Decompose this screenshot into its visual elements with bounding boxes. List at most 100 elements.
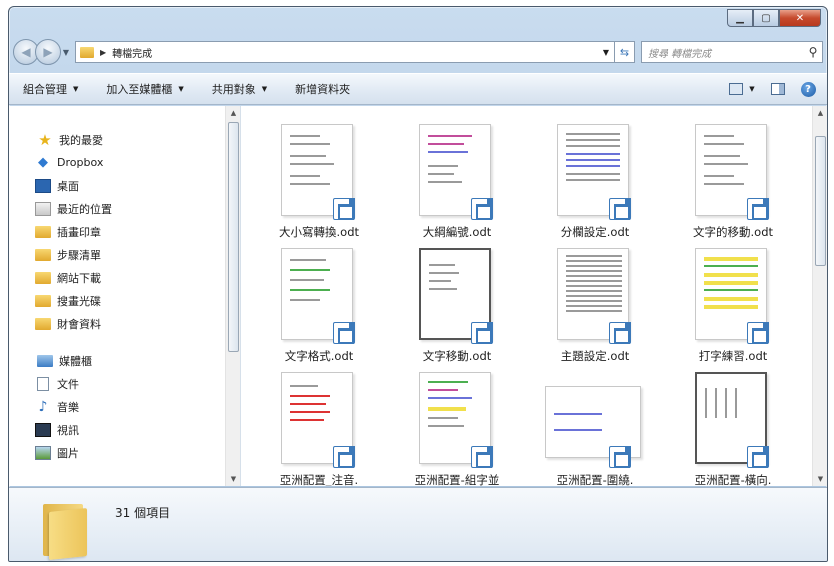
scroll-down-arrow-icon[interactable]: ▼ <box>813 472 827 486</box>
writer-document-icon <box>747 198 769 220</box>
share-with-button[interactable]: 共用對象 ▼ <box>212 81 267 97</box>
navigation-pane: ★ 我的最愛 ◆ Dropbox 桌面 最近的位置 插畫印章 步驟清單 網站下載… <box>9 106 241 486</box>
file-name: 分欄設定.odt <box>560 225 630 239</box>
folder-icon <box>35 317 51 330</box>
nav-folder[interactable]: 搜畫光碟 <box>9 289 225 312</box>
nav-recent-places[interactable]: 最近的位置 <box>9 197 225 220</box>
new-folder-button[interactable]: 新增資料夾 <box>295 81 350 97</box>
address-bar[interactable]: ▶ 轉檔完成 ▼ <box>75 41 615 63</box>
nav-folder[interactable]: 步驟清單 <box>9 243 225 266</box>
nav-label: 桌面 <box>57 179 79 193</box>
nav-music[interactable]: ♪ 音樂 <box>9 395 225 418</box>
dropbox-icon: ◆ <box>38 154 48 170</box>
file-name: 大小寫轉換.odt <box>279 225 359 239</box>
file-name: 文字移動.odt <box>422 349 492 363</box>
search-placeholder: 搜尋 轉檔完成 <box>648 48 712 60</box>
chevron-down-icon: ▼ <box>178 85 184 93</box>
folder-icon <box>35 271 51 284</box>
nav-label: 我的最愛 <box>59 133 103 147</box>
video-icon <box>35 422 51 437</box>
files-scrollbar[interactable]: ▲ ▼ <box>812 106 827 486</box>
writer-document-icon <box>747 322 769 344</box>
file-name: 大綱編號.odt <box>422 225 492 239</box>
file-item[interactable]: 文字移動.odt <box>389 248 525 368</box>
include-in-library-button[interactable]: 加入至媒體櫃 ▼ <box>106 81 183 97</box>
file-item[interactable]: 亞洲配置-圍繞. <box>527 372 663 486</box>
file-item[interactable]: 文字格式.odt <box>251 248 387 368</box>
maximize-button[interactable]: ▢ <box>753 9 779 27</box>
file-grid: 大小寫轉換.odt 大綱編號.odt 分欄設定.odt 文字的移動.odt 文字格式.o… <box>251 124 811 486</box>
search-icon[interactable]: ⚲ <box>804 45 822 59</box>
desktop-icon <box>35 178 51 193</box>
file-item[interactable]: 亞洲配置_注音. <box>251 372 387 486</box>
file-item[interactable]: 大小寫轉換.odt <box>251 124 387 244</box>
nav-label: 最近的位置 <box>57 202 112 216</box>
scrollbar-thumb[interactable] <box>815 136 826 266</box>
scroll-up-arrow-icon[interactable]: ▲ <box>813 106 827 120</box>
nav-label: 文件 <box>57 377 79 391</box>
refresh-button[interactable]: ⇆ <box>615 41 635 63</box>
nav-videos[interactable]: 視訊 <box>9 418 225 441</box>
file-item[interactable]: 文字的移動.odt <box>665 124 801 244</box>
file-item[interactable]: 打字練習.odt <box>665 248 801 368</box>
folder-icon <box>35 225 51 238</box>
help-icon: ? <box>800 81 816 97</box>
organize-button[interactable]: 組合管理 ▼ <box>23 81 78 97</box>
file-name: 亞洲配置-圍繞. <box>556 473 634 486</box>
file-item[interactable]: 亞洲配置-橫向. <box>665 372 801 486</box>
view-options-chevron-icon[interactable]: ▼ <box>747 81 757 97</box>
file-name: 文字的移動.odt <box>693 225 773 239</box>
help-button[interactable]: ? <box>799 81 817 97</box>
folder-icon <box>43 500 89 560</box>
nav-favorites[interactable]: ★ 我的最愛 <box>9 128 225 151</box>
nav-dropbox[interactable]: ◆ Dropbox <box>9 151 225 174</box>
writer-document-icon <box>471 322 493 344</box>
forward-button[interactable]: ▶ <box>35 39 61 65</box>
scroll-down-arrow-icon[interactable]: ▼ <box>226 472 241 486</box>
address-row: ◀ ▶ ▼ ▶ 轉檔完成 ▼ ⇆ 搜尋 轉檔完成 ⚲ <box>13 37 823 67</box>
file-item[interactable]: 大綱編號.odt <box>389 124 525 244</box>
organize-label: 組合管理 <box>23 83 67 96</box>
view-icon <box>729 83 743 95</box>
nav-folder[interactable]: 財會資料 <box>9 312 225 335</box>
scrollbar-thumb[interactable] <box>228 122 239 352</box>
breadcrumb-current[interactable]: 轉檔完成 <box>112 45 152 60</box>
nav-documents[interactable]: 文件 <box>9 372 225 395</box>
nav-libraries[interactable]: 媒體櫃 <box>9 349 225 372</box>
chevron-down-icon: ▼ <box>73 85 79 93</box>
writer-document-icon <box>333 446 355 468</box>
nav-label: 媒體櫃 <box>59 354 92 368</box>
breadcrumb-arrow-icon[interactable]: ▶ <box>100 48 106 57</box>
folder-icon <box>35 248 51 261</box>
nav-desktop[interactable]: 桌面 <box>9 174 225 197</box>
search-input[interactable]: 搜尋 轉檔完成 ⚲ <box>641 41 823 63</box>
folder-icon <box>35 294 51 307</box>
file-item[interactable]: 亞洲配置-組字並 <box>389 372 525 486</box>
file-name: 亞洲配置_注音. <box>279 473 359 486</box>
nav-scrollbar[interactable]: ▲ ▼ <box>225 106 240 486</box>
writer-document-icon <box>333 198 355 220</box>
file-item[interactable]: 主題設定.odt <box>527 248 663 368</box>
nav-label: 搜畫光碟 <box>57 294 101 308</box>
nav-folder[interactable]: 網站下載 <box>9 266 225 289</box>
address-dropdown-icon[interactable]: ▼ <box>598 48 614 57</box>
close-button[interactable]: ✕ <box>779 9 821 27</box>
writer-document-icon <box>609 446 631 468</box>
minimize-button[interactable]: ▁ <box>727 9 753 27</box>
file-item[interactable]: 分欄設定.odt <box>527 124 663 244</box>
file-name: 打字練習.odt <box>698 349 768 363</box>
scroll-up-arrow-icon[interactable]: ▲ <box>226 106 241 120</box>
preview-pane-button[interactable] <box>769 81 787 97</box>
nav-pictures[interactable]: 圖片 <box>9 441 225 464</box>
change-view-button[interactable] <box>727 81 745 97</box>
recent-places-icon <box>35 201 51 216</box>
writer-document-icon <box>471 198 493 220</box>
nav-list: ★ 我的最愛 ◆ Dropbox 桌面 最近的位置 插畫印章 步驟清單 網站下載… <box>9 106 225 464</box>
item-count: 31 個項目 <box>115 506 171 520</box>
nav-folder[interactable]: 插畫印章 <box>9 220 225 243</box>
toolbar-right: ▼ ? <box>715 81 827 97</box>
nav-label: 網站下載 <box>57 271 101 285</box>
explorer-window: ▁ ▢ ✕ ◀ ▶ ▼ ▶ 轉檔完成 ▼ ⇆ 搜尋 轉檔完成 ⚲ 組合管理 ▼ 加… <box>8 6 828 562</box>
recent-pages-chevron-icon[interactable]: ▼ <box>61 48 71 57</box>
chevron-down-icon: ▼ <box>261 85 268 93</box>
